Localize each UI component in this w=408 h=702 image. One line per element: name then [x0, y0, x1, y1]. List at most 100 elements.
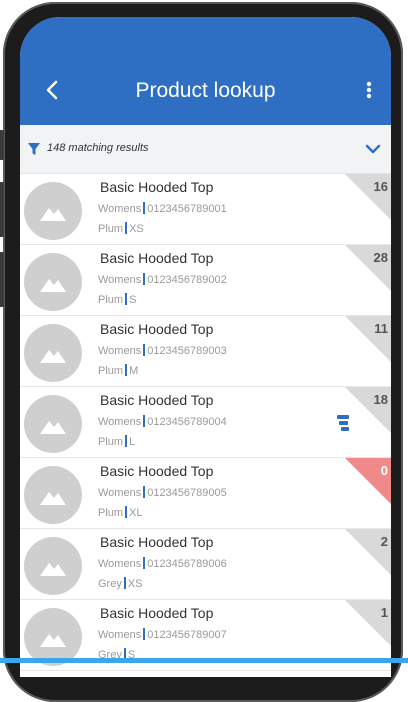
product-name: Basic Hooded Top — [100, 463, 214, 479]
filter-bar[interactable]: 148 matching results — [20, 125, 391, 174]
product-color-size: Plum S — [98, 293, 136, 306]
image-icon — [40, 492, 66, 505]
product-color-size: Grey XS — [98, 577, 143, 590]
filter-icon — [28, 143, 40, 155]
product-category: Womens — [98, 345, 142, 357]
chevron-down-icon[interactable] — [363, 139, 383, 159]
product-color: Plum — [98, 365, 124, 377]
stock-count: 2 — [380, 534, 388, 549]
product-name: Basic Hooded Top — [100, 179, 214, 195]
result-count: 148 matching results — [47, 142, 149, 154]
product-image-placeholder — [24, 395, 82, 453]
product-sku: 0123456789004 — [147, 416, 227, 428]
product-color-size: Plum M — [98, 364, 138, 377]
product-sku: 0123456789007 — [147, 629, 227, 641]
product-color: Plum — [98, 436, 124, 448]
list-item[interactable]: Basic Hooded Top Womens 0123456789002 Plu… — [20, 245, 391, 316]
product-color: Plum — [98, 223, 124, 235]
product-name: Basic Hooded Top — [100, 250, 214, 266]
product-size: XS — [129, 223, 144, 235]
separator — [125, 364, 128, 376]
product-sku: 0123456789006 — [147, 558, 227, 570]
product-image-placeholder — [24, 466, 82, 524]
separator — [143, 202, 146, 214]
product-size: XS — [127, 578, 143, 590]
image-icon — [40, 279, 66, 292]
separator — [143, 628, 146, 640]
product-category-sku: Womens 0123456789001 — [98, 202, 227, 215]
stock-count: 18 — [373, 392, 388, 407]
separator — [143, 415, 146, 427]
product-image-placeholder — [24, 537, 82, 595]
product-category: Womens — [98, 487, 142, 499]
separator — [143, 557, 146, 569]
product-image-placeholder — [24, 253, 82, 311]
product-category: Womens — [98, 416, 142, 428]
overflow-menu-button[interactable] — [359, 75, 379, 105]
separator — [143, 273, 146, 285]
product-color-size: Plum XL — [98, 506, 143, 519]
product-name: Basic Hooded Top — [100, 321, 214, 337]
stock-detail-icon[interactable] — [336, 414, 350, 432]
product-name: Basic Hooded Top — [100, 605, 214, 621]
product-list: Basic Hooded Top Womens 0123456789001 Plu… — [20, 174, 391, 671]
separator — [125, 293, 128, 305]
product-category-sku: Womens 0123456789003 — [98, 344, 227, 357]
separator — [125, 435, 128, 447]
image-icon — [40, 634, 66, 647]
product-color: Grey — [98, 578, 122, 590]
product-name: Basic Hooded Top — [100, 534, 214, 550]
product-category: Womens — [98, 629, 142, 641]
stock-count: 28 — [373, 250, 388, 265]
product-category-sku: Womens 0123456789006 — [98, 557, 227, 570]
product-category: Womens — [98, 274, 142, 286]
product-image-placeholder — [24, 324, 82, 382]
separator — [143, 486, 146, 498]
volume-up-button — [0, 182, 4, 237]
separator — [125, 506, 128, 518]
separator — [123, 577, 126, 589]
product-size: M — [129, 365, 139, 377]
image-icon — [40, 350, 66, 363]
product-sku: 0123456789002 — [147, 274, 227, 286]
product-category-sku: Womens 0123456789002 — [98, 273, 227, 286]
list-item[interactable]: Basic Hooded Top Womens 0123456789006 Gre… — [20, 529, 391, 600]
image-icon — [40, 563, 66, 576]
image-icon — [40, 208, 66, 221]
product-sku: 0123456789005 — [147, 487, 227, 499]
phone-frame: Product lookup 148 matching results Basi… — [0, 2, 403, 702]
product-category-sku: Womens 0123456789005 — [98, 486, 227, 499]
product-size: XL — [129, 507, 143, 519]
stock-count: 11 — [374, 321, 388, 336]
stock-count: 0 — [380, 463, 388, 478]
product-category: Womens — [98, 558, 142, 570]
bottom-accent-line — [0, 658, 408, 663]
more-vertical-icon — [366, 81, 372, 99]
app-bar: Product lookup — [20, 17, 391, 125]
page-title: Product lookup — [135, 79, 276, 102]
list-item[interactable]: Basic Hooded Top Womens 0123456789003 Plu… — [20, 316, 391, 387]
product-size: L — [129, 436, 136, 448]
volume-down-button — [0, 252, 4, 307]
product-category-sku: Womens 0123456789007 — [98, 628, 227, 641]
product-color: Plum — [98, 507, 124, 519]
product-image-placeholder — [24, 182, 82, 240]
product-sku: 0123456789001 — [147, 203, 227, 215]
product-color-size: Plum XS — [98, 222, 144, 235]
product-name: Basic Hooded Top — [100, 392, 214, 408]
list-item[interactable]: Basic Hooded Top Womens 0123456789001 Plu… — [20, 174, 391, 245]
product-size: S — [129, 294, 137, 306]
list-item[interactable]: Basic Hooded Top Womens 0123456789004 Plu… — [20, 387, 391, 458]
image-icon — [40, 421, 66, 434]
product-color: Plum — [98, 294, 124, 306]
stock-count: 16 — [373, 179, 388, 194]
app-screen: Product lookup 148 matching results Basi… — [20, 17, 391, 677]
product-color-size: Plum L — [98, 435, 135, 448]
separator — [125, 222, 128, 234]
separator — [143, 344, 146, 356]
product-sku: 0123456789003 — [147, 345, 227, 357]
list-item[interactable]: Basic Hooded Top Womens 0123456789005 Plu… — [20, 458, 391, 529]
product-category-sku: Womens 0123456789004 — [98, 415, 227, 428]
stock-count: 1 — [380, 605, 388, 620]
mute-switch — [0, 130, 4, 160]
